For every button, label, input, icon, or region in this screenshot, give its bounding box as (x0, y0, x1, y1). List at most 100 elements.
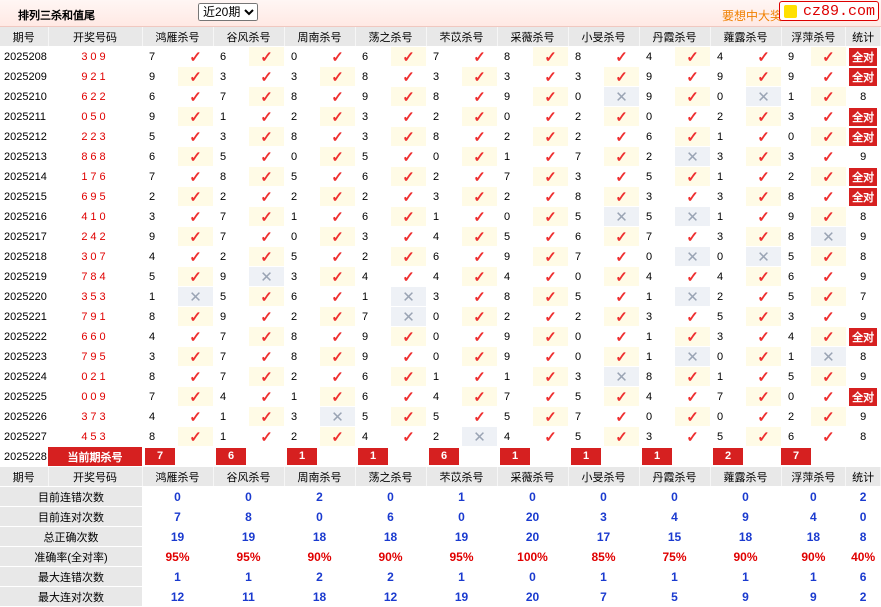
column-header[interactable]: 荡之杀号 (355, 27, 427, 47)
kill-number-cell: 6 (781, 426, 811, 447)
kill-number-cell: 2 (710, 106, 746, 127)
stat-value: 2 (284, 566, 355, 587)
result-cell: ✓ (604, 226, 639, 247)
kill-number-cell: 9 (355, 346, 391, 367)
column-header[interactable]: 芣苡杀号 (426, 466, 498, 487)
result-cell: ✓ (462, 166, 497, 187)
kill-number-cell: 4 (142, 406, 178, 427)
result-cell: ✓ (675, 86, 710, 107)
check-mark-icon: ✓ (260, 88, 273, 106)
column-header[interactable]: 丹霞杀号 (639, 466, 711, 487)
result-cell: ✓ (178, 346, 213, 367)
column-header[interactable]: 浮萍杀号 (781, 466, 847, 487)
column-header[interactable]: 鸿雁杀号 (142, 466, 214, 487)
stat-label: 准确率(全对率) (0, 546, 142, 567)
check-mark-icon: ✓ (331, 128, 344, 146)
column-header[interactable]: 丹霞杀号 (639, 27, 711, 47)
kill-number-cell: 4 (355, 426, 391, 447)
period-select[interactable]: 近20期 (198, 3, 258, 21)
table-row: 2025223 795 3 ✓ 7 ✓ 8 ✓ 9 ✓ 0 ✓ 9 ✓ 0 ✓ 1 ✕ 0 ✓ 1 ✕ 8 (0, 346, 881, 367)
check-mark-icon: ✓ (473, 128, 486, 146)
column-header[interactable]: 小旻杀号 (568, 466, 640, 487)
stat-value: 90% (781, 546, 846, 567)
check-mark-icon: ✓ (402, 108, 415, 126)
stat-value: 12 (355, 586, 426, 607)
check-mark-icon: ✓ (544, 48, 557, 66)
result-cell: ✓ (604, 106, 639, 127)
period-cell: 2025221 (0, 306, 48, 327)
check-mark-icon: ✓ (615, 248, 628, 266)
result-cell: ✓ (391, 266, 426, 287)
check-mark-icon: ✓ (757, 148, 770, 166)
result-cell: ✓ (604, 46, 639, 67)
result-cell: ✓ (249, 86, 284, 107)
column-header[interactable]: 统计 (845, 27, 881, 47)
column-header[interactable]: 期号 (0, 466, 49, 487)
result-cell: ✕ (178, 286, 213, 307)
kill-number-cell: 0 (639, 246, 675, 267)
column-header[interactable]: 统计 (845, 466, 881, 487)
winning-number-cell: 622 (48, 86, 142, 107)
promo-text[interactable]: 要想中大奖 (722, 7, 782, 24)
kill-number-cell: 1 (284, 206, 320, 227)
check-mark-icon: ✓ (686, 328, 699, 346)
check-mark-icon: ✓ (331, 368, 344, 386)
kill-number-cell: 1 (497, 146, 533, 167)
column-header[interactable]: 鸿雁杀号 (142, 27, 214, 47)
site-badge[interactable]: cz89.com (779, 1, 879, 21)
check-mark-icon: ✓ (822, 408, 835, 426)
result-cell: ✓ (249, 166, 284, 187)
kill-number-cell: 1 (213, 106, 249, 127)
period-cell: 2025213 (0, 146, 48, 167)
column-header[interactable]: 蕹露杀号 (710, 466, 782, 487)
check-mark-icon: ✓ (822, 248, 835, 266)
check-mark-icon: ✓ (260, 248, 273, 266)
column-header[interactable]: 开奖号码 (48, 27, 143, 47)
result-cell: ✕ (811, 346, 846, 367)
check-mark-icon: ✓ (686, 48, 699, 66)
result-cell: ✓ (604, 306, 639, 327)
table-row: 2025227 453 8 ✓ 1 ✓ 2 ✓ 4 ✓ 2 ✕ 4 ✓ 5 ✓ 3 ✓ 5 ✓ 6 ✓ 8 (0, 426, 881, 447)
result-cell: ✓ (462, 86, 497, 107)
kill-number-cell: 8 (497, 286, 533, 307)
stat-total: 0 (845, 506, 881, 527)
column-header[interactable]: 芣苡杀号 (426, 27, 498, 47)
kill-number-cell: 2 (284, 426, 320, 447)
stat-value: 1 (781, 566, 846, 587)
column-header[interactable]: 谷风杀号 (213, 466, 285, 487)
result-cell: ✓ (811, 406, 846, 427)
check-mark-icon: ✓ (544, 248, 557, 266)
check-mark-icon: ✓ (757, 188, 770, 206)
column-header[interactable]: 周南杀号 (284, 27, 356, 47)
result-cell: ✓ (811, 126, 846, 147)
column-header[interactable]: 浮萍杀号 (781, 27, 847, 47)
kill-number-cell: 7 (568, 406, 604, 427)
column-header[interactable]: 期号 (0, 27, 49, 47)
kill-number-cell: 5 (355, 406, 391, 427)
column-header[interactable]: 蕹露杀号 (710, 27, 782, 47)
current-kill-spacer (811, 446, 846, 467)
kill-number-cell: 7 (568, 146, 604, 167)
column-header[interactable]: 开奖号码 (48, 466, 143, 487)
result-cell: ✓ (320, 386, 355, 407)
result-cell: ✓ (178, 386, 213, 407)
column-header[interactable]: 小旻杀号 (568, 27, 640, 47)
period-cell: 2025209 (0, 66, 48, 87)
check-mark-icon: ✓ (757, 348, 770, 366)
column-header[interactable]: 采薇杀号 (497, 466, 569, 487)
check-mark-icon: ✓ (473, 148, 486, 166)
column-header[interactable]: 采薇杀号 (497, 27, 569, 47)
all-correct-badge: 全对 (849, 167, 878, 186)
column-header[interactable]: 荡之杀号 (355, 466, 427, 487)
stat-row: 目前连错次数 0 0 2 0 1 0 0 0 0 0 2 (0, 486, 881, 507)
result-cell: ✓ (675, 66, 710, 87)
result-cell: ✓ (462, 126, 497, 147)
column-header[interactable]: 谷风杀号 (213, 27, 285, 47)
column-header[interactable]: 周南杀号 (284, 466, 356, 487)
result-cell: ✓ (249, 306, 284, 327)
stat-value: 6 (355, 506, 426, 527)
kill-number-cell: 0 (639, 406, 675, 427)
check-mark-icon: ✓ (822, 388, 835, 406)
result-cell: ✓ (604, 286, 639, 307)
check-mark-icon: ✓ (822, 48, 835, 66)
